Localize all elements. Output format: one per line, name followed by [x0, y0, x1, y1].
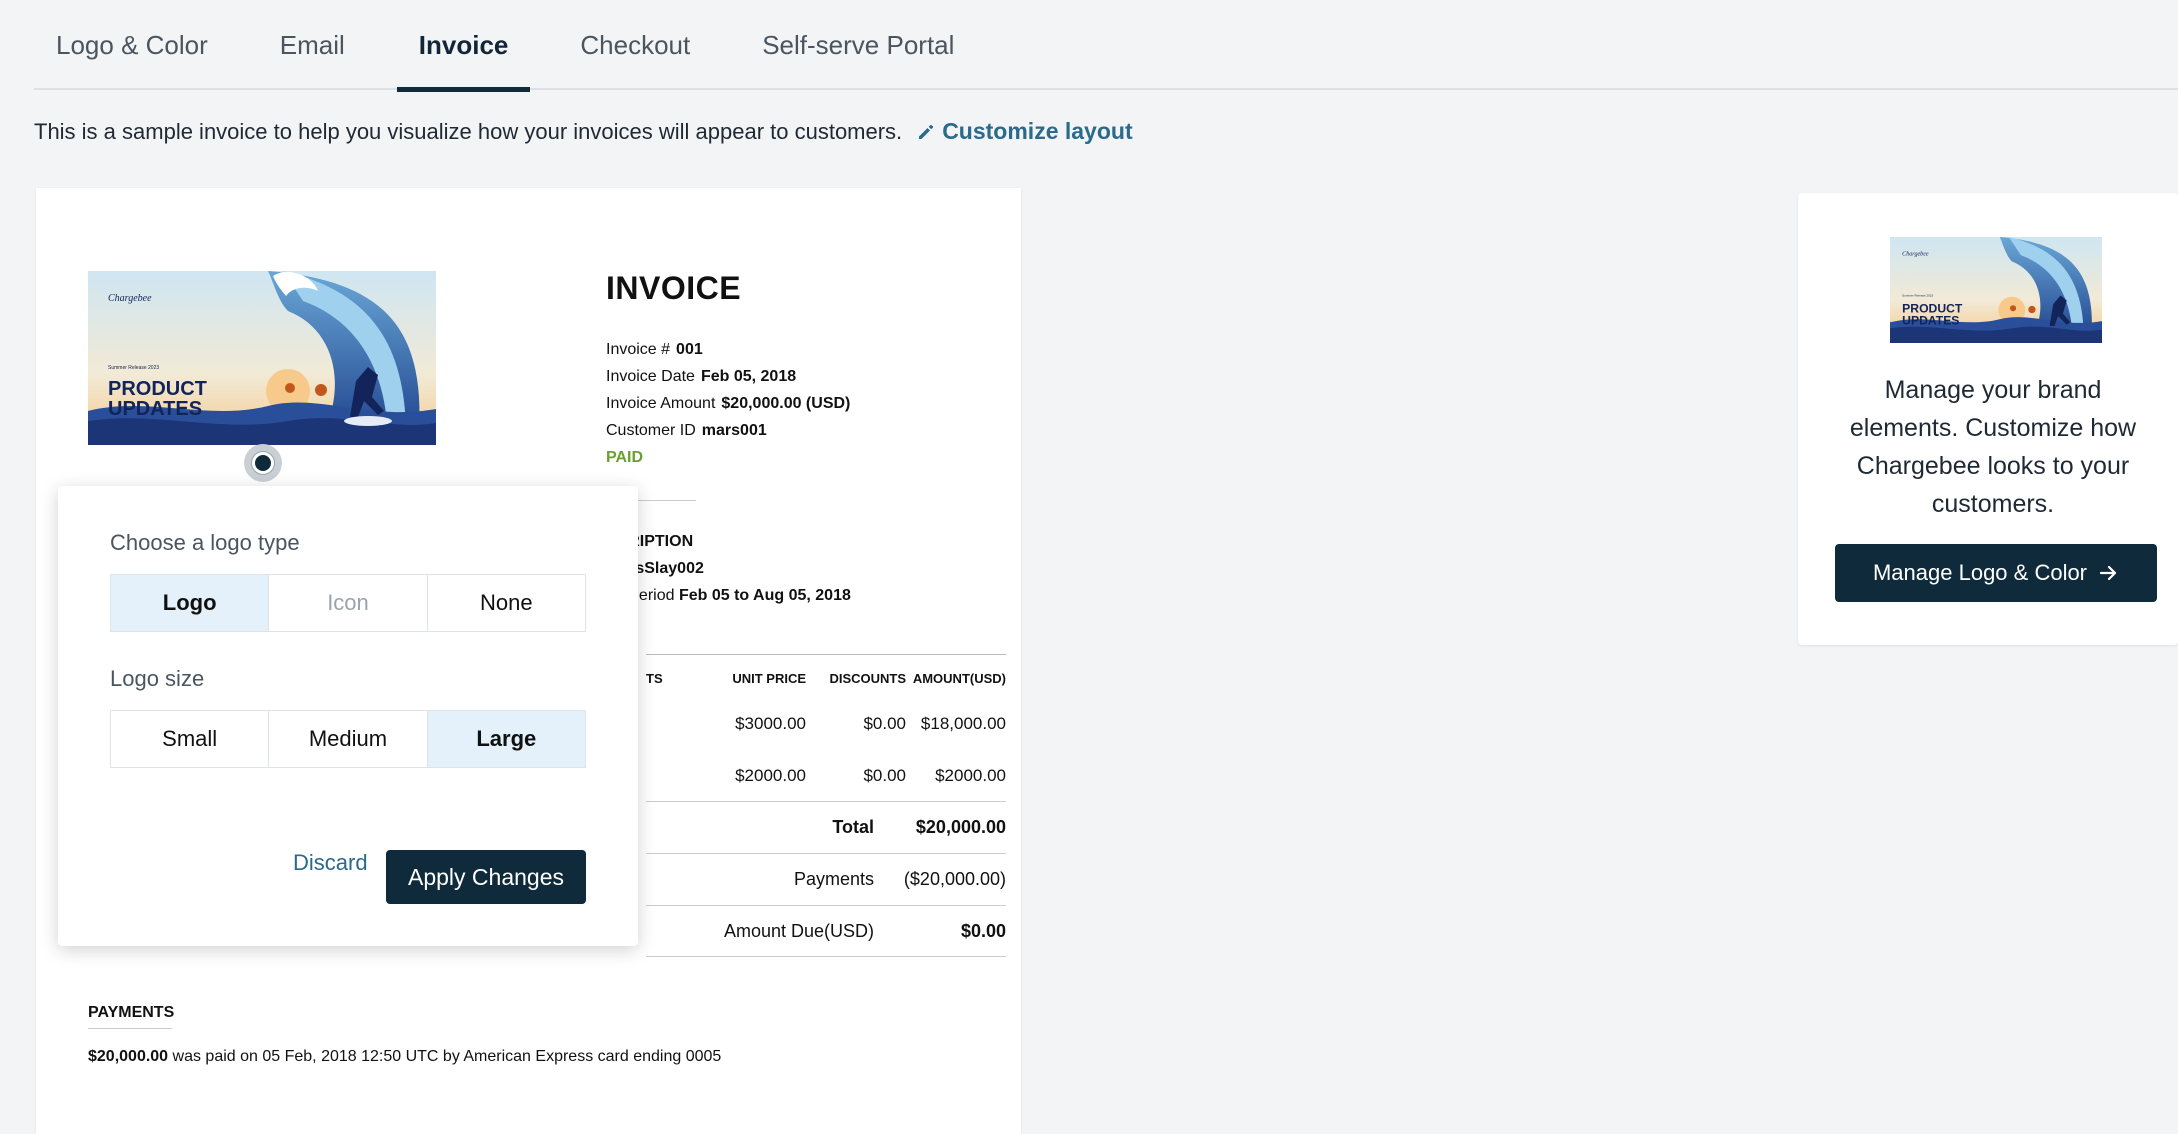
- amount-due-row: Amount Due(USD) $0.00: [646, 905, 1006, 957]
- invoice-number-label: Invoice #: [606, 341, 671, 358]
- logo-release-text: Summer Release 2023: [108, 365, 159, 371]
- table-row: $2000.00 $0.00 $2000.00: [646, 750, 1006, 802]
- invoice-date: Feb 05, 2018: [700, 368, 797, 385]
- discard-button[interactable]: Discard: [293, 850, 368, 876]
- pencil-icon: [919, 124, 934, 139]
- wave-surfer-thumbnail: Chargebee Summer Release 2023 PRODUCT UP…: [1890, 237, 2102, 343]
- payment-record: $20,000.00 was paid on 05 Feb, 2018 12:5…: [88, 1048, 721, 1066]
- column-header: DISCOUNTS: [829, 671, 906, 686]
- logo-type-selector: Logo Icon None: [110, 574, 586, 632]
- logo-headline-1: PRODUCT: [108, 378, 207, 400]
- table-cell: $18,000.00: [920, 714, 1006, 733]
- thumb-headline-2: UPDATES: [1902, 314, 1959, 328]
- table-cell: $2000.00: [735, 766, 806, 785]
- invoice-date-label: Invoice Date: [606, 368, 695, 385]
- invoice-title: INVOICE: [606, 270, 742, 306]
- payments-heading: PAYMENTS: [88, 1004, 175, 1021]
- settings-tabs: Logo & Color Email Invoice Checkout Self…: [34, 0, 2178, 92]
- tab-logo-color[interactable]: Logo & Color: [34, 0, 230, 90]
- invoice-logo-image[interactable]: Chargebee Summer Release 2023 PRODUCT UP…: [88, 271, 436, 445]
- total-value: $20,000.00: [915, 817, 1006, 837]
- payment-amount: $20,000.00: [88, 1048, 169, 1065]
- logo-headline-2: UPDATES: [108, 398, 202, 420]
- total-label: Total: [832, 817, 874, 837]
- customize-layout-label: Customize layout: [942, 118, 1133, 144]
- manage-logo-color-label: Manage Logo & Color: [1872, 560, 2088, 585]
- table-cell: $0.00: [863, 766, 906, 785]
- thumb-brand-text: Chargebee: [1902, 251, 1929, 257]
- brand-elements-card: Chargebee Summer Release 2023 PRODUCT UP…: [1798, 193, 2178, 645]
- subscription-heading: SCRIPTION: [606, 533, 694, 550]
- paid-status-badge: PAID: [606, 449, 644, 466]
- line-items-table: TS UNIT PRICE DISCOUNTS AMOUNT(USD) $300…: [646, 654, 1006, 802]
- tab-email[interactable]: Email: [258, 0, 367, 90]
- logo-size-small-option[interactable]: Small: [111, 711, 270, 767]
- invoice-totals: Total $20,000.00 Payments ($20,000.00) A…: [646, 801, 1006, 957]
- invoice-amount-label: Invoice Amount: [606, 395, 716, 412]
- logo-type-logo-option[interactable]: Logo: [111, 575, 270, 631]
- table-cell: $2000.00: [935, 766, 1006, 785]
- apply-changes-button[interactable]: Apply Changes: [386, 850, 586, 904]
- logo-type-none-option[interactable]: None: [428, 575, 585, 631]
- arrow-right-icon: [2099, 565, 2117, 581]
- payment-text: was paid on 05 Feb, 2018 12:50 UTC by Am…: [168, 1048, 722, 1065]
- logo-options-popup: Choose a logo type Logo Icon None Logo s…: [58, 486, 638, 946]
- subscription-id: marsSlay002: [606, 560, 704, 577]
- amount-due-label: Amount Due(USD): [723, 920, 874, 941]
- billing-period: Feb 05 to Aug 05, 2018: [678, 587, 851, 604]
- thumb-release-text: Summer Release 2023: [1902, 294, 1933, 298]
- tab-self-serve-portal[interactable]: Self-serve Portal: [740, 0, 976, 90]
- logo-size-label: Logo size: [110, 666, 205, 691]
- amount-due-value: $0.00: [960, 920, 1006, 941]
- intro-text: This is a sample invoice to help you vis…: [34, 118, 903, 144]
- brand-card-description: Manage your brand elements. Customize ho…: [1849, 376, 2137, 518]
- payments-row: Payments ($20,000.00): [646, 853, 1006, 905]
- intro-line: This is a sample invoice to help you vis…: [34, 118, 1133, 145]
- invoice-meta: Invoice # 001 Invoice Date Feb 05, 2018 In…: [606, 336, 850, 471]
- logo-type-label: Choose a logo type: [110, 530, 300, 555]
- customize-layout-link[interactable]: Customize layout: [916, 118, 1133, 145]
- table-cell: $0.00: [863, 714, 906, 733]
- tab-invoice[interactable]: Invoice: [396, 0, 531, 92]
- payments-label: Payments: [793, 869, 874, 889]
- logo-type-icon-option[interactable]: Icon: [269, 575, 428, 631]
- table-row: $3000.00 $0.00 $18,000.00: [646, 698, 1006, 750]
- tab-checkout[interactable]: Checkout: [558, 0, 712, 90]
- logo-size-selector: Small Medium Large: [110, 710, 586, 768]
- invoice-amount: $20,000.00 (USD): [721, 395, 851, 412]
- manage-logo-color-button[interactable]: Manage Logo & Color: [1835, 544, 2157, 602]
- customer-id: mars001: [701, 422, 767, 439]
- brand-logo-thumbnail: Chargebee Summer Release 2023 PRODUCT UP…: [1890, 237, 2102, 343]
- table-header: TS UNIT PRICE DISCOUNTS AMOUNT(USD): [646, 654, 1006, 698]
- column-header: UNIT PRICE: [732, 671, 806, 686]
- logo-size-large-option[interactable]: Large: [427, 711, 585, 767]
- logo-resize-handle[interactable]: [244, 444, 282, 482]
- subscription-info: SCRIPTION marsSlay002 ng Period Feb 05 t…: [606, 528, 851, 609]
- payments-value: ($20,000.00): [903, 869, 1006, 889]
- column-header: TS: [646, 671, 663, 686]
- table-cell: $3000.00: [735, 714, 806, 733]
- column-header: AMOUNT(USD): [912, 671, 1006, 686]
- customer-id-label: Customer ID: [606, 422, 696, 439]
- logo-size-medium-option[interactable]: Medium: [269, 711, 428, 767]
- wave-surfer-illustration: Chargebee Summer Release 2023 PRODUCT UP…: [88, 271, 436, 445]
- invoice-number: 001: [676, 341, 703, 358]
- logo-brand-text: Chargebee: [108, 293, 152, 304]
- divider: [88, 1028, 172, 1029]
- total-row: Total $20,000.00: [646, 801, 1006, 853]
